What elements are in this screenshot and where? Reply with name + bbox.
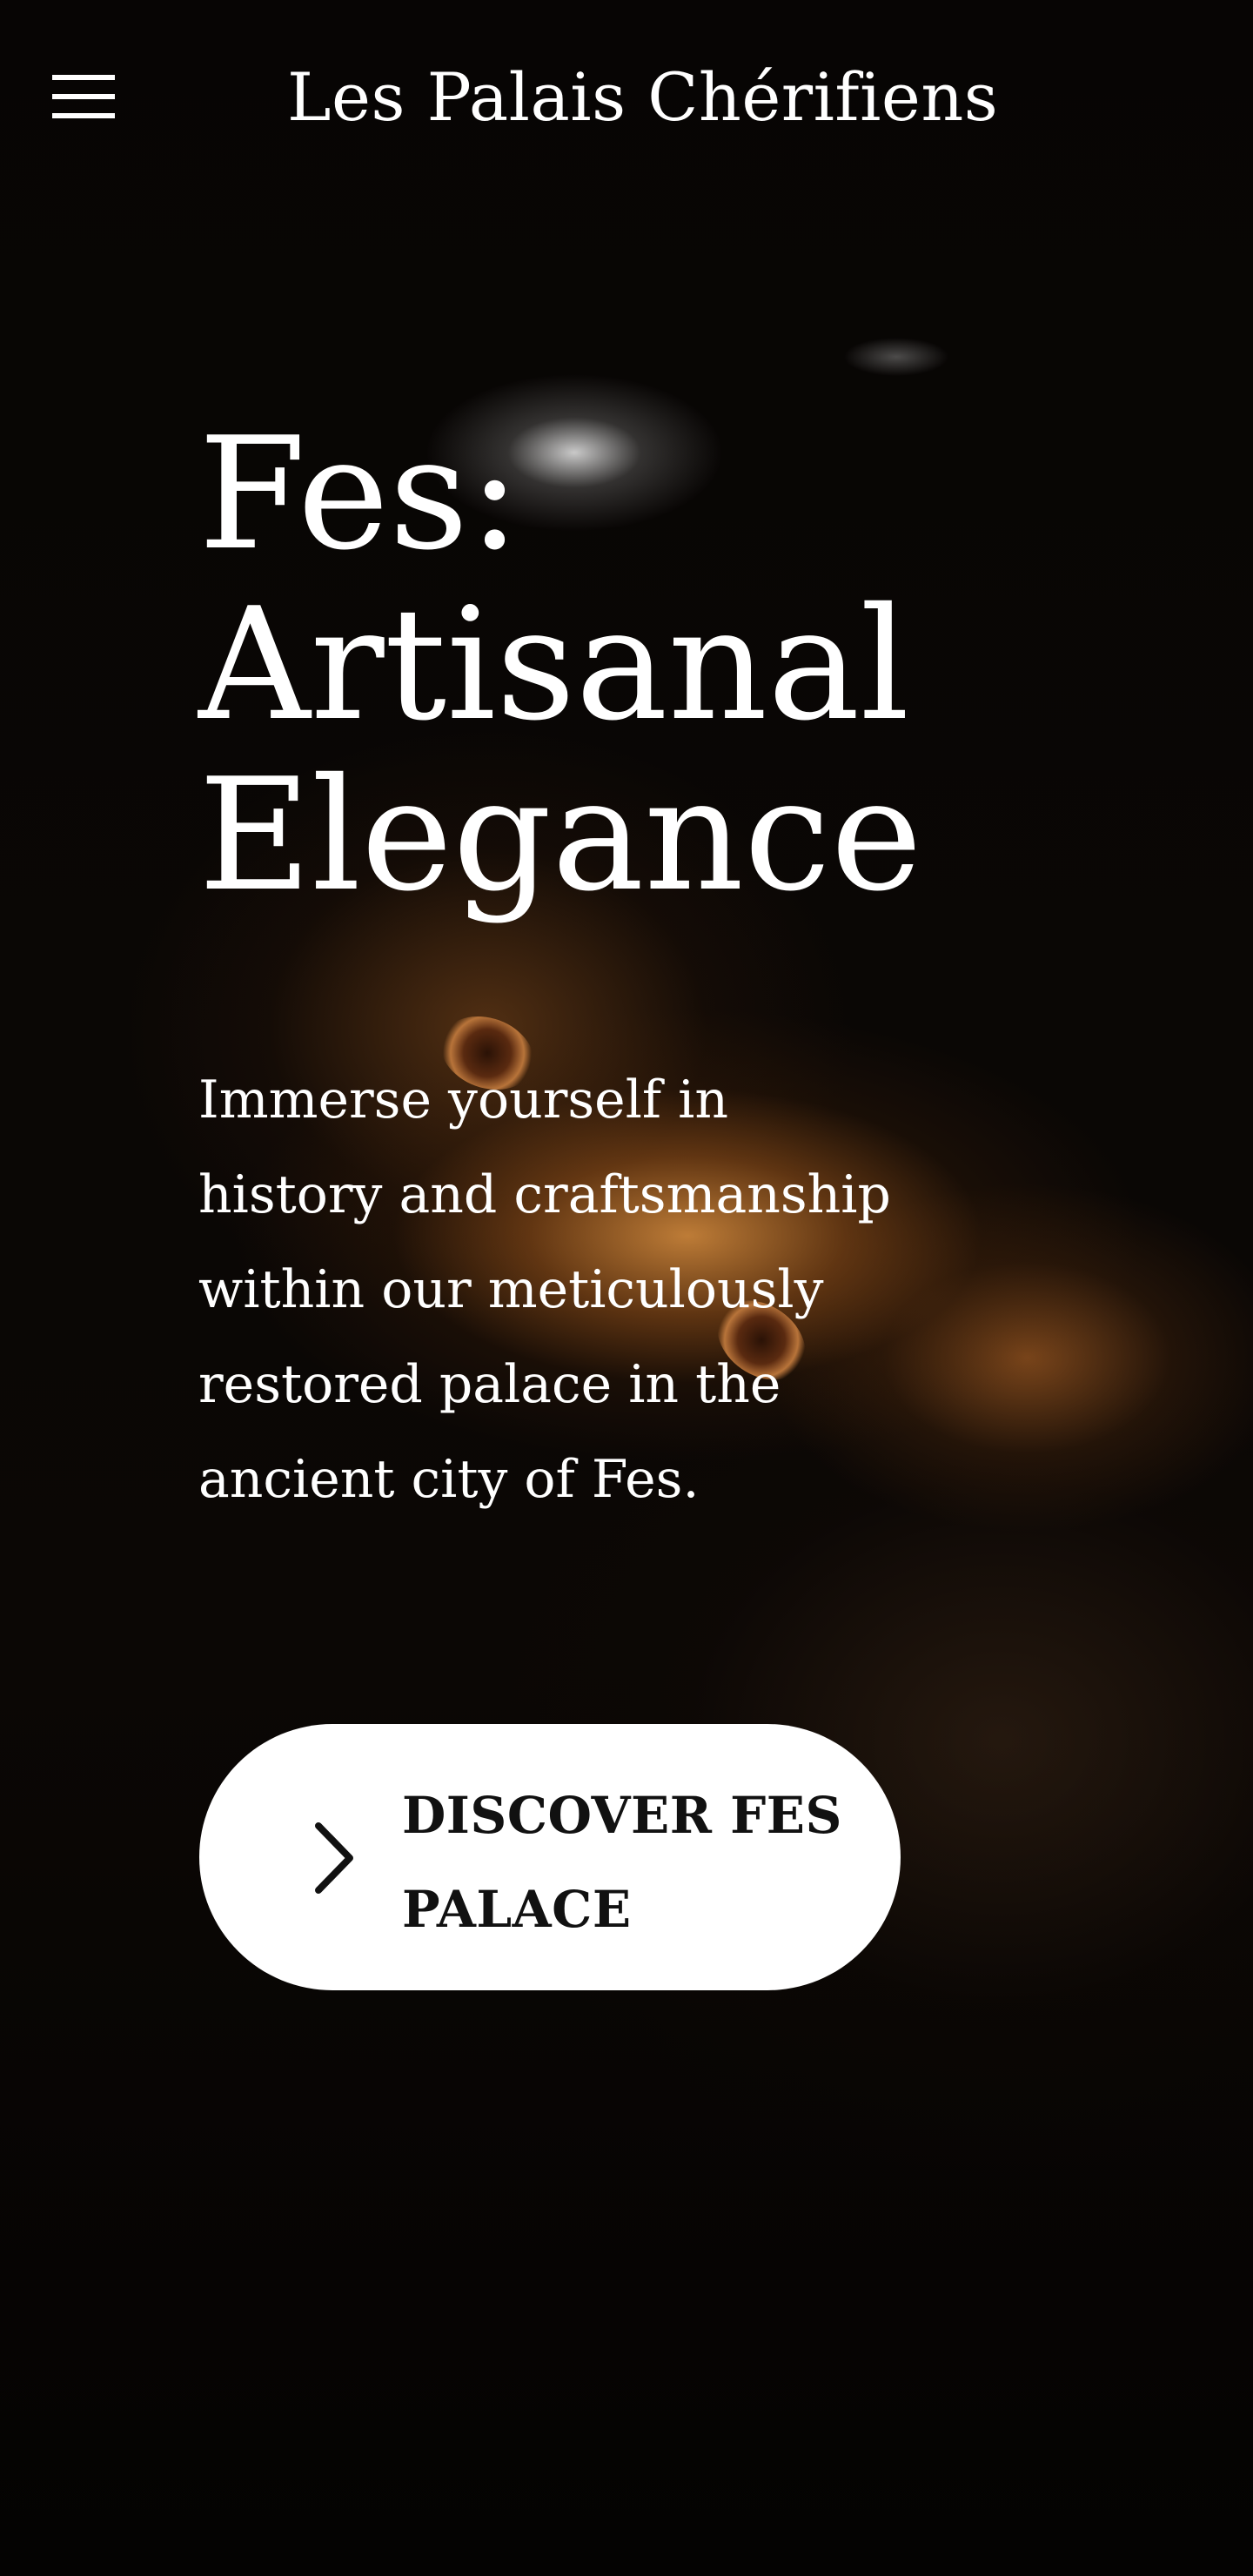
page: Les Palais Chérifiens Fes: Artisanal Ele… [0,0,1253,2576]
cta-label-line: PALACE [402,1880,632,1939]
hero-headline-line: Elegance [198,745,922,925]
hero-headline: Fes: Artisanal Elegance [198,409,1069,921]
hamburger-menu-icon[interactable] [52,75,115,120]
discover-fes-palace-label[interactable]: DISCOVER FES PALACE [402,1768,854,1956]
hero-headline-line: Fes: [198,404,521,584]
hero-description-line: Immerse yourself in [198,1070,728,1130]
hero-description-line: ancient city of Fes. [198,1449,700,1510]
hero-description-line: history and craftsmanship [198,1164,891,1225]
hero-headline-line: Artisanal [198,574,910,755]
menu-bar [52,75,115,80]
menu-bar [52,113,115,118]
menu-bar [52,94,115,99]
site-header: Les Palais Chérifiens [0,0,1253,200]
site-title[interactable]: Les Palais Chérifiens [287,54,998,141]
hero-description-line: within our meticulously [198,1259,824,1320]
chevron-right-icon [315,1822,353,1894]
hero-description: Immerse yourself in history and craftsma… [198,1053,929,1527]
cta-label-line: DISCOVER FES [402,1786,842,1845]
hero-description-line: restored palace in the [198,1354,781,1415]
